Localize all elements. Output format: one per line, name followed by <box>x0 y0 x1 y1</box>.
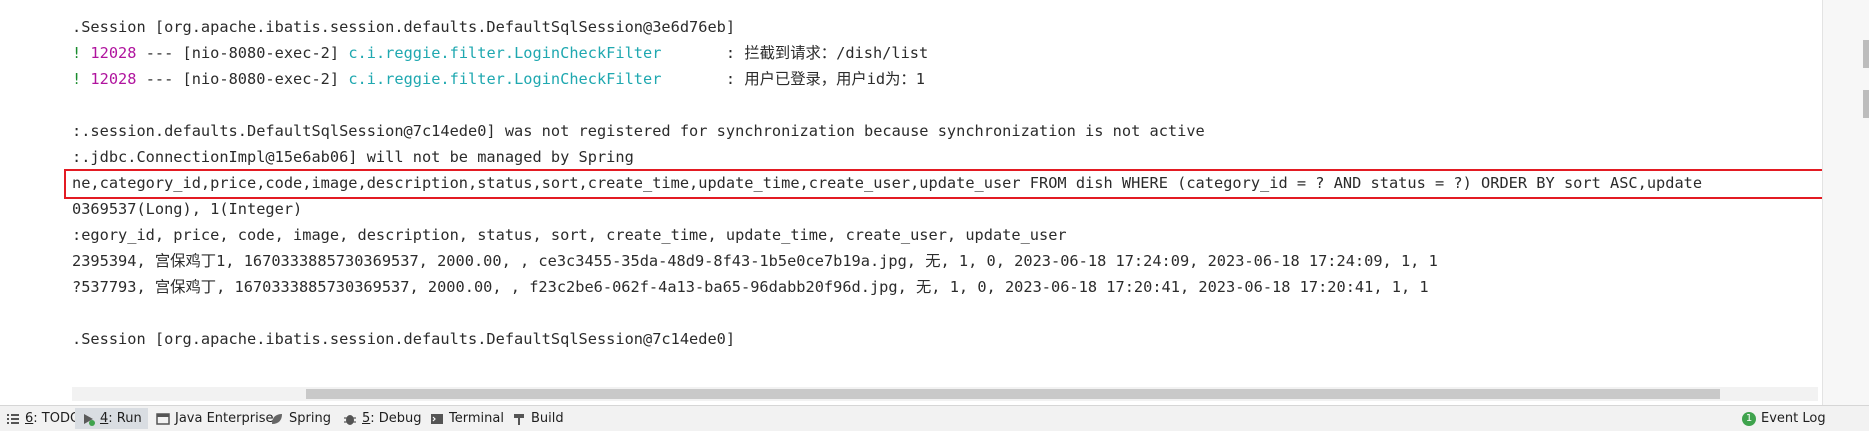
console-line: :.jdbc.ConnectionImpl@15e6ab06] will not… <box>72 148 634 166</box>
java-enterprise-icon <box>156 412 170 426</box>
red-highlight-box <box>64 169 1822 199</box>
log-message: : 拦截到请求：/dish/list <box>661 44 929 62</box>
console-line: :.session.defaults.DefaultSqlSession@7c1… <box>72 122 1205 140</box>
log-message: : 用户已登录，用户id为：1 <box>661 70 925 88</box>
log-pid: 12028 <box>90 44 137 62</box>
tab-terminal[interactable]: Terminal <box>424 408 510 429</box>
tab-terminal-label: Terminal <box>449 411 504 426</box>
todo-list-icon <box>6 412 20 426</box>
sql-columns-line: :egory_id, price, code, image, descripti… <box>72 226 1067 244</box>
scroll-marker <box>1863 90 1869 118</box>
debug-bug-icon <box>343 412 357 426</box>
run-console-output[interactable]: .Session [org.apache.ibatis.session.defa… <box>0 0 1822 405</box>
tab-debug-label: : Debug <box>370 411 422 426</box>
console-line: .Session [org.apache.ibatis.session.defa… <box>72 18 736 36</box>
tab-run-label: : Run <box>108 411 142 426</box>
sql-parameters-line: 0369537(Long), 1(Integer) <box>72 200 303 218</box>
log-thread: --- [nio-8080-exec-2] <box>136 70 349 88</box>
spring-leaf-icon <box>270 412 284 426</box>
log-level-marker: ! <box>72 44 91 62</box>
tab-java-enterprise[interactable]: Java Enterprise <box>150 408 279 429</box>
sql-row-line: 2395394, 宫保鸡丁1, 1670333885730369537, 200… <box>72 252 1438 270</box>
tool-window-bar: 6: TODO 4: Run Java Enterprise Spring 5:… <box>0 405 1869 431</box>
tab-todo-label: : TODO <box>33 411 81 426</box>
vertical-scrollbar[interactable] <box>1822 0 1869 405</box>
event-log-badge-icon: 1 <box>1742 411 1756 426</box>
log-logger-link[interactable]: c.i.reggie.filter.LoginCheckFilter <box>348 44 661 62</box>
scroll-marker <box>1863 40 1869 68</box>
tab-spring-label: Spring <box>289 411 331 426</box>
tab-java-enterprise-label: Java Enterprise <box>175 411 274 426</box>
event-log-label: Event Log <box>1761 411 1826 426</box>
tab-build[interactable]: Build <box>506 408 570 429</box>
terminal-icon <box>430 412 444 426</box>
log-pid: 12028 <box>90 70 137 88</box>
sql-row-line: ?537793, 宫保鸡丁, 1670333885730369537, 2000… <box>72 278 1429 296</box>
log-logger-link[interactable]: c.i.reggie.filter.LoginCheckFilter <box>348 70 661 88</box>
tab-run[interactable]: 4: Run <box>75 408 148 429</box>
tab-build-label: Build <box>531 411 564 426</box>
console-line: ! 12028 --- [nio-8080-exec-2] c.i.reggie… <box>72 66 1822 92</box>
log-thread: --- [nio-8080-exec-2] <box>136 44 349 62</box>
build-hammer-icon <box>512 412 526 426</box>
log-level-marker: ! <box>72 70 91 88</box>
tab-todo[interactable]: 6: TODO <box>0 408 86 429</box>
event-log-button[interactable]: 1 Event Log <box>1736 408 1832 429</box>
console-line: .Session [org.apache.ibatis.session.defa… <box>72 330 736 348</box>
horizontal-scrollbar-thumb[interactable] <box>306 389 1720 399</box>
tab-spring[interactable]: Spring <box>264 408 337 429</box>
tab-debug[interactable]: 5: Debug <box>337 408 428 429</box>
run-play-icon <box>81 412 95 426</box>
console-line: ! 12028 --- [nio-8080-exec-2] c.i.reggie… <box>72 40 1822 66</box>
